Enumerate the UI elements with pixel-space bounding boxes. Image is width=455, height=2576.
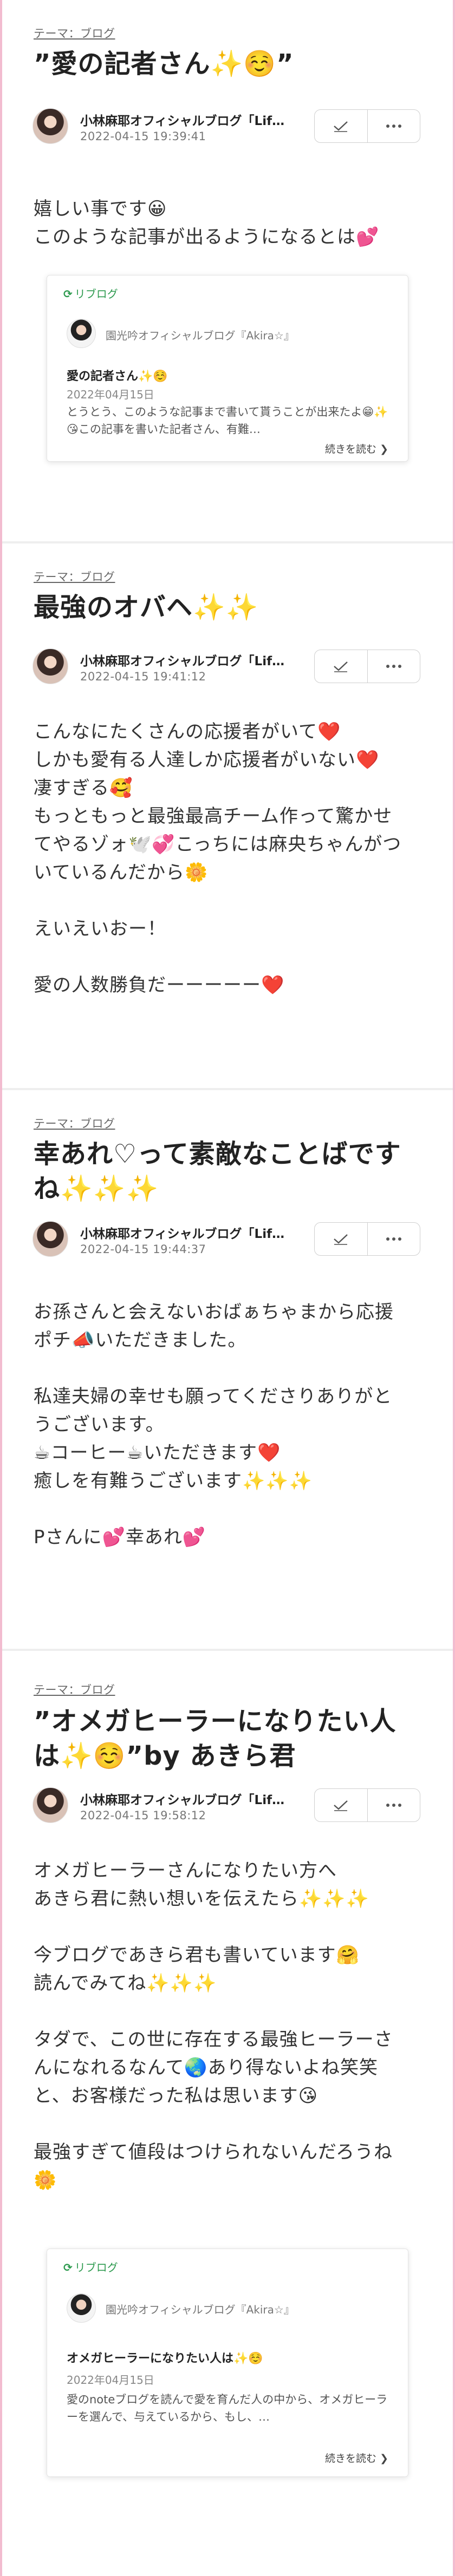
post-body: 嬉しい事です😀 このような記事が出るようになるとは💕 [34,195,422,251]
post-title[interactable]: ”愛の記者さん✨☺️” [34,47,431,81]
author-avatar[interactable] [32,1787,68,1823]
checkmark-icon [334,1234,348,1245]
post-body: こんなにたくさんの応援者がいて❤️ しかも愛有る人達しか応援者がいない❤️ 凄す… [34,718,422,999]
author-avatar[interactable] [32,648,68,684]
author-row: 小林麻耶オフィシャルブログ「Lif… 2022-04-15 19:58:12 [32,1785,420,1826]
page-frame-right [453,0,455,2576]
post-action-buttons [314,1788,420,1822]
reblog-label: リブログ [74,287,118,300]
author-name[interactable]: 小林麻耶オフィシャルブログ「Lif… [80,651,324,669]
more-options-button[interactable] [367,110,420,142]
reblog-icon: ⟳ [63,2261,73,2274]
post-body: オメガヒーラーさんになりたい方へ あきら君に熱い想いを伝えたら✨✨✨ 今ブログで… [34,1857,422,2194]
more-options-button[interactable] [367,650,420,683]
more-dots-icon [386,665,401,668]
check-button[interactable] [315,1223,367,1255]
checkmark-icon [334,661,348,672]
checkmark-icon [334,121,348,132]
post-body-text: オメガヒーラーさんになりたい方へ あきら君に熱い想いを伝えたら✨✨✨ 今ブログで… [34,1860,393,2191]
post-action-buttons [314,650,420,683]
reblog-card[interactable]: ⟳ リブログ 園光吟オフィシャルブログ『Akira☆』 オメガヒーラーになりたい人… [47,2249,408,2477]
author-name[interactable]: 小林麻耶オフィシャルブログ「Lif… [80,1223,324,1242]
checkmark-icon [334,1800,348,1811]
reblog-title: 愛の記者さん✨☺️ [67,370,168,383]
author-row: 小林麻耶オフィシャルブログ「Lif… 2022-04-15 19:41:12 [32,646,420,687]
reblog-avatar [67,319,96,348]
blog-post: テーマ：ブログ 最強のオバヘ✨✨ 小林麻耶オフィシャルブログ「Lif… 2022… [2,543,453,1088]
theme-tag-link[interactable]: テーマ：ブログ [34,25,115,41]
post-action-buttons [314,1222,420,1256]
blog-post: テーマ：ブログ 幸あれ♡って素敵なことばです ね✨✨✨ 小林麻耶オフィシャルブロ… [2,1090,453,1649]
author-row: 小林麻耶オフィシャルブログ「Lif… 2022-04-15 19:44:37 [32,1219,420,1260]
check-button[interactable] [315,110,367,142]
reblog-header: ⟳ リブログ [63,2259,118,2275]
more-dots-icon [386,1804,401,1807]
author-name[interactable]: 小林麻耶オフィシャルブログ「Lif… [80,1790,324,1808]
reblog-label: リブログ [74,2261,118,2274]
reblog-date: 2022年04月15日 [67,388,154,401]
author-avatar[interactable] [32,108,68,144]
theme-tag-link[interactable]: テーマ：ブログ [34,1681,115,1697]
reblog-title: オメガヒーラーになりたい人は✨☺️ [67,2352,263,2365]
blog-post: テーマ：ブログ ”愛の記者さん✨☺️” 小林麻耶オフィシャルブログ「Lif… 2… [2,0,453,541]
post-title[interactable]: ”オメガヒーラーになりたい人 は✨☺️”by あきら君 [34,1704,431,1773]
reblog-blog-name: 園光吟オフィシャルブログ『Akira☆』 [106,2303,295,2316]
post-date: 2022-04-15 19:58:12 [80,1809,206,1822]
author-name[interactable]: 小林麻耶オフィシャルブログ「Lif… [80,110,324,129]
reblog-icon: ⟳ [63,287,73,300]
author-avatar[interactable] [32,1221,68,1257]
reblog-avatar [67,2293,96,2323]
more-dots-icon [386,1237,401,1241]
reblog-excerpt: 愛のnoteブログを読んで愛を育んだ人の中から、オメガヒーラーを選んで、与えてい… [67,2393,388,2423]
post-date: 2022-04-15 19:44:37 [80,1243,206,1256]
reblog-card[interactable]: ⟳ リブログ 園光吟オフィシャルブログ『Akira☆』 愛の記者さん✨☺️ 202… [47,275,408,462]
more-dots-icon [386,124,401,128]
reblog-excerpt: とうとう、このような記事まで書いて貰うことが出来たよ😁✨😘この記事を書いた記者さ… [67,405,388,436]
theme-tag-link[interactable]: テーマ：ブログ [34,568,115,585]
post-title[interactable]: 最強のオバヘ✨✨ [34,590,431,625]
post-body-text: 嬉しい事です😀 このような記事が出るようになるとは💕 [34,198,380,248]
post-body-text: こんなにたくさんの応援者がいて❤️ しかも愛有る人達しか応援者がいない❤️ 凄す… [34,721,402,996]
post-title[interactable]: 幸あれ♡って素敵なことばです ね✨✨✨ [34,1137,431,1206]
reblog-header: ⟳ リブログ [63,285,118,301]
blog-post: テーマ：ブログ ”オメガヒーラーになりたい人 は✨☺️”by あきら君 小林麻耶… [2,1651,453,2576]
post-date: 2022-04-15 19:41:12 [80,670,206,683]
post-action-buttons [314,109,420,143]
read-more-link[interactable]: 続きを読む ❯ [325,2450,388,2465]
theme-tag-link[interactable]: テーマ：ブログ [34,1115,115,1131]
read-more-link[interactable]: 続きを読む ❯ [325,441,388,456]
post-date: 2022-04-15 19:39:41 [80,130,206,143]
author-row: 小林麻耶オフィシャルブログ「Lif… 2022-04-15 19:39:41 [32,106,420,147]
more-options-button[interactable] [367,1789,420,1821]
post-body-text: お孫さんと会えないおばぁちゃまから応援 ポチ📣いただきました。 私達夫婦の幸せも… [34,1301,394,1548]
check-button[interactable] [315,1789,367,1821]
reblog-date: 2022年04月15日 [67,2374,154,2387]
more-options-button[interactable] [367,1223,420,1255]
check-button[interactable] [315,650,367,683]
reblog-blog-name: 園光吟オフィシャルブログ『Akira☆』 [106,329,295,342]
post-body: お孫さんと会えないおばぁちゃまから応援 ポチ📣いただきました。 私達夫婦の幸せも… [34,1298,422,1551]
